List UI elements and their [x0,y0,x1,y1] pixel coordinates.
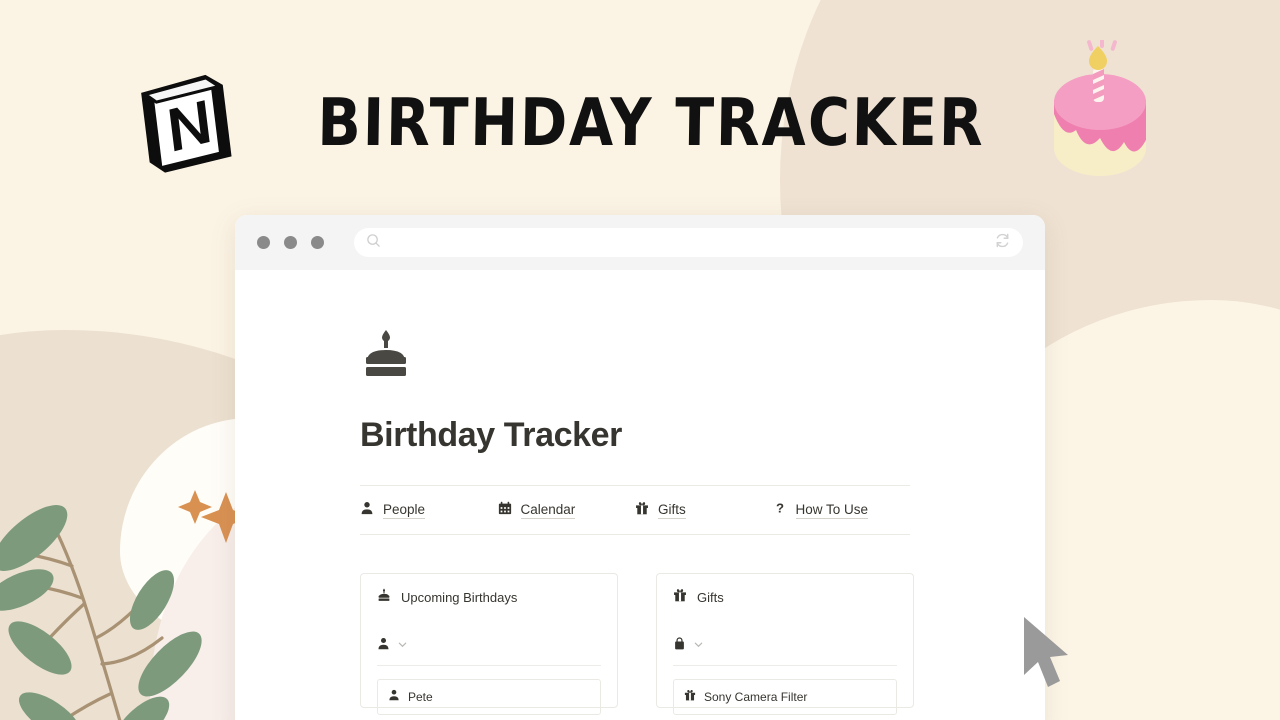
card-upcoming-birthdays: Upcoming Birthdays Pete [360,573,618,715]
tab-label: People [383,502,426,519]
browser-address-bar[interactable] [354,228,1023,257]
birthday-cake-icon [360,328,412,380]
notion-logo-icon [127,66,239,178]
page-title-banner: BIRTHDAY TRACKER [316,85,986,161]
list-item-label: Pete [408,690,433,704]
birthday-cake-icon [377,588,391,607]
window-control-dots[interactable] [257,236,324,249]
card-title: Upcoming Birthdays [401,590,518,605]
gift-icon [673,588,687,607]
list-item-label: Sony Camera Filter [704,690,808,704]
card-header: Upcoming Birthdays [377,588,601,607]
refresh-icon[interactable] [994,232,1011,254]
cards-row: Upcoming Birthdays Pete Gifts Sony Camer… [360,573,1045,715]
person-icon [388,688,400,706]
tab-label: How To Use [795,502,869,519]
tab-calendar[interactable]: Calendar [498,501,636,520]
window-dot-2[interactable] [284,236,297,249]
tab-label: Calendar [520,502,576,519]
person-icon [377,637,390,655]
tab-gifts[interactable]: Gifts [635,501,773,520]
person-icon [360,501,374,520]
page-heading: Birthday Tracker [360,416,622,454]
mouse-cursor-icon [1018,613,1076,693]
notion-page: Birthday Tracker People Calendar Gifts ?… [235,270,1045,720]
list-item[interactable]: Sony Camera Filter [673,679,897,715]
chevron-down-icon[interactable] [397,637,408,655]
question-mark-icon: ? [773,500,787,520]
shopping-bag-icon [673,637,686,655]
tab-people[interactable]: People [360,501,498,520]
card-filter-control[interactable] [673,637,897,666]
window-dot-3[interactable] [311,236,324,249]
svg-text:?: ? [775,501,783,515]
card-title: Gifts [697,590,724,605]
nav-tabs: People Calendar Gifts ? How To Use [360,486,910,535]
card-filter-control[interactable] [377,637,601,666]
window-dot-1[interactable] [257,236,270,249]
card-header: Gifts [673,588,897,607]
gift-icon [684,688,696,706]
browser-window: Birthday Tracker People Calendar Gifts ?… [235,215,1045,720]
eucalyptus-branch-icon [0,438,217,720]
birthday-cake-illustration [1028,37,1178,185]
calendar-icon [498,501,512,520]
chevron-down-icon[interactable] [693,637,704,655]
gift-icon [635,501,649,520]
tab-label: Gifts [658,502,686,519]
browser-chrome [235,215,1045,270]
card-gifts: Gifts Sony Camera Filter [656,573,914,715]
tab-how-to-use[interactable]: ? How To Use [773,500,911,520]
search-icon [366,233,381,253]
list-item[interactable]: Pete [377,679,601,715]
